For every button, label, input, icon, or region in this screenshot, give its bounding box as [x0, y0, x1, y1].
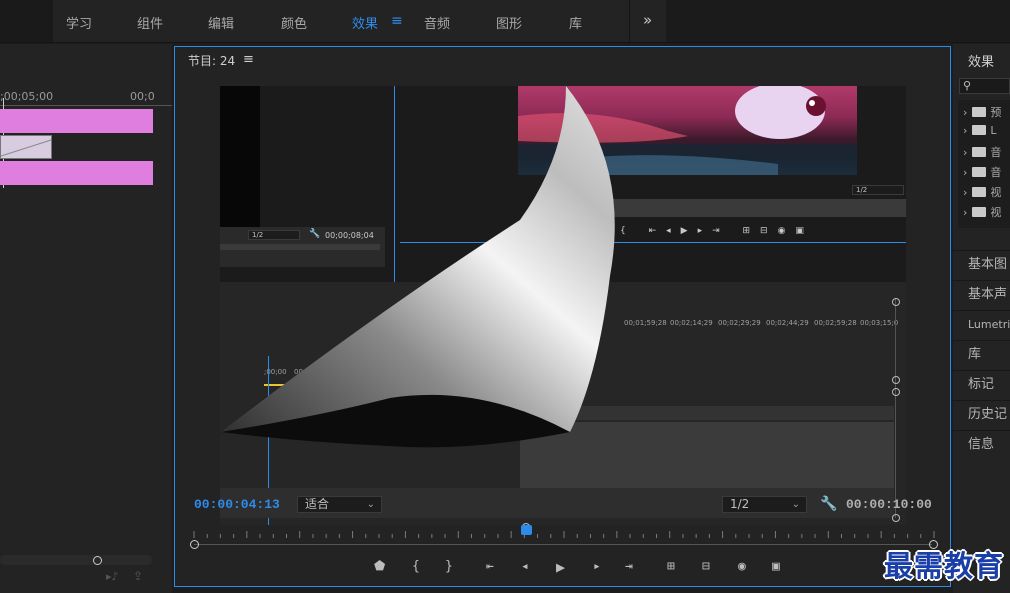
page-peel-transition: [221, 86, 615, 448]
star-folder-icon: [972, 107, 987, 117]
workspace-tab-audio[interactable]: 音频: [424, 13, 450, 32]
scroll-handle-left[interactable]: [190, 540, 199, 549]
playhead-marker[interactable]: [521, 525, 533, 535]
ruler-line: [0, 105, 172, 106]
workspace-tab-assembly[interactable]: 组件: [137, 13, 163, 32]
tree-item-label: 视: [990, 206, 1002, 219]
step-back-icon[interactable]: ◂: [521, 559, 529, 574]
play-icon[interactable]: ▶: [556, 558, 565, 576]
tree-item-label: 预: [990, 106, 1002, 119]
tree-item-video-effects[interactable]: › 视: [963, 184, 1001, 202]
duration-timecode: 00:00:10:00: [846, 497, 932, 512]
workspace-bar: 学习 组件 编辑 颜色 效果 ≡ 音频 图形 库 »: [0, 0, 1010, 43]
zoom-dropdown[interactable]: 适合 ⌄: [297, 496, 382, 513]
transition-clip[interactable]: [0, 135, 52, 159]
workspace-divider: [629, 0, 630, 42]
chevron-down-icon: ⌄: [366, 499, 375, 510]
marker-icon[interactable]: ⬟: [374, 559, 385, 574]
tab-markers[interactable]: 标记: [953, 370, 1010, 399]
workspace-tab-libraries[interactable]: 库: [569, 13, 582, 32]
wrench-icon[interactable]: 🔧: [820, 496, 837, 512]
video-clip[interactable]: [0, 109, 153, 133]
workspace-tab-effects[interactable]: 效果: [352, 13, 378, 32]
ruler-label: 00;0: [130, 90, 155, 103]
current-timecode[interactable]: 00:00:04:13: [194, 497, 280, 512]
tab-lumetri[interactable]: Lumetri: [953, 310, 1010, 339]
tree-item-audio-transitions[interactable]: › 音: [963, 164, 1001, 182]
overwrite-icon[interactable]: ⊟: [702, 559, 710, 574]
tree-item-audio-effects[interactable]: › 音: [963, 144, 1001, 162]
tree-item-label: 音: [990, 146, 1002, 159]
tab-essential-graphics[interactable]: 基本图: [953, 250, 1010, 279]
tree-item-video-transitions[interactable]: › 视: [963, 204, 1001, 222]
mark-in-icon[interactable]: {: [412, 559, 420, 574]
effects-search-input[interactable]: ⚲: [959, 78, 1010, 94]
workspace-bar-left-block: [0, 0, 53, 42]
chevron-down-icon: ⌄: [791, 499, 800, 510]
insert-icon[interactable]: ⊞: [667, 559, 675, 574]
scrub-ruler[interactable]: [190, 527, 938, 545]
tree-item-label: 视: [990, 186, 1002, 199]
double-chevron-right-icon[interactable]: »: [643, 11, 652, 29]
video-clip[interactable]: [0, 161, 153, 185]
tab-libraries[interactable]: 库: [953, 340, 1010, 369]
step-forward-icon[interactable]: ▸: [593, 559, 601, 574]
star-folder-icon: [972, 125, 987, 135]
transition-diagonal: [0, 139, 52, 157]
search-icon: ⚲: [963, 79, 972, 92]
folder-icon: [972, 207, 987, 217]
mark-out-icon[interactable]: }: [445, 559, 453, 574]
folder-icon: [972, 187, 987, 197]
tree-item-label: 音: [990, 166, 1002, 179]
resolution-dropdown[interactable]: 1/2 ⌄: [722, 496, 807, 513]
audio-meter-icon[interactable]: ▸♪: [106, 570, 119, 583]
tab-essential-sound[interactable]: 基本声: [953, 280, 1010, 309]
tree-item-lumetri[interactable]: › L: [963, 124, 997, 142]
tree-item-presets[interactable]: › 预: [963, 104, 1001, 122]
scroll-track[interactable]: [194, 544, 932, 545]
zoom-value: 适合: [305, 497, 330, 511]
watermark-logo: 最需教育: [884, 549, 1005, 583]
workspace-tab-editing[interactable]: 编辑: [208, 13, 234, 32]
tab-info[interactable]: 信息: [953, 430, 1010, 459]
effects-panel: 效果 ⚲ › 预 › L › 音 › 音 › 视 › 视 基本图 基本声 Lumetri 库…: [953, 44, 1010, 593]
export-frame-icon[interactable]: ◉: [738, 559, 746, 574]
go-to-out-icon[interactable]: ⇥: [625, 559, 633, 574]
program-monitor: 节目: 24 ≡ 1/2 🔧 00;00;08;04 1/2 {⇤◂▶▸⇥ ⊞…: [174, 46, 951, 587]
horizontal-scrollbar[interactable]: [0, 555, 152, 565]
timeline-panel: ;00;05;00 00;0 ▸♪ ⇪: [0, 44, 172, 593]
folder-icon: [972, 147, 987, 157]
workspace-tab-color[interactable]: 颜色: [281, 13, 307, 32]
workspace-tab-graphics[interactable]: 图形: [496, 13, 522, 32]
ruler-label: ;00;05;00: [0, 90, 54, 103]
effects-panel-title[interactable]: 效果: [968, 51, 994, 70]
go-to-in-icon[interactable]: ⇤: [486, 559, 494, 574]
tab-history[interactable]: 历史记: [953, 400, 1010, 429]
scroll-handle[interactable]: [93, 556, 102, 565]
hamburger-icon[interactable]: ≡: [243, 52, 254, 67]
ruler-ticks: [193, 531, 935, 538]
effects-tree: › 预 › L › 音 › 音 › 视 › 视: [958, 100, 1010, 228]
workspace-bar-right-block: [666, 0, 1010, 42]
tree-item-label: L: [990, 124, 997, 137]
resolution-value: 1/2: [730, 497, 750, 511]
folder-icon: [972, 167, 987, 177]
workspace-menu-icon[interactable]: ≡: [391, 13, 403, 29]
monitor-title: 节目: 24: [188, 54, 236, 68]
workspace-tab-learning[interactable]: 学习: [66, 13, 92, 32]
export-icon[interactable]: ⇪: [133, 569, 143, 583]
video-viewport[interactable]: 1/2 🔧 00;00;08;04 1/2 { ⇤◂▶▸⇥ ⊞⊟◉▣ 00;01: [220, 86, 906, 525]
comparison-view-icon[interactable]: ▣: [772, 559, 780, 574]
